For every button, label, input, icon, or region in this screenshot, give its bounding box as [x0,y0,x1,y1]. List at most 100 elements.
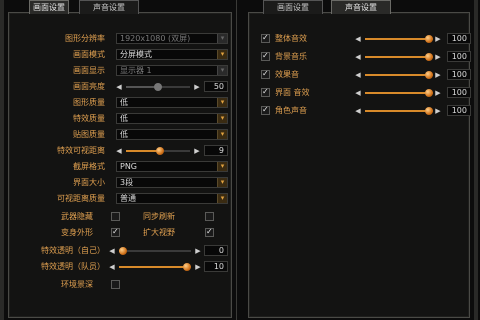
effects-quality-select[interactable]: 低 ▾ [116,113,228,124]
chevron-down-icon[interactable]: ▾ [217,98,227,107]
tab-graphics-settings[interactable]: 画面设置 [29,0,69,14]
sync-refresh-checkbox[interactable] [205,212,214,221]
master-sound-fill [365,38,433,40]
speaker-low-icon[interactable]: ◀ [355,52,361,62]
transform-checkbox[interactable] [111,227,120,237]
voice-value[interactable]: 100 [447,105,471,116]
speaker-high-icon[interactable]: ▶ [435,34,441,44]
slider-increase-icon[interactable]: ▶ [194,82,200,92]
effect-opacity-party-value[interactable]: 10 [204,261,228,272]
view-distance-quality-select[interactable]: 普通 ▾ [116,193,228,204]
chevron-down-icon[interactable]: ▾ [217,34,227,43]
slider-knob[interactable] [425,35,433,43]
effect-opacity-party-slider[interactable]: ◀ ▶ [109,261,201,273]
ui-sound-checkbox[interactable] [261,87,270,97]
slider-decrease-icon[interactable]: ◀ [109,246,115,256]
view-distance-quality-value: 普通 [120,194,136,203]
resolution-select[interactable]: 1920x1080 (双屏) ▾ [116,33,228,44]
slider-decrease-icon[interactable]: ◀ [109,262,115,272]
bgm-fill [365,56,433,58]
env-depth-checkbox[interactable] [111,280,120,289]
slider-increase-icon[interactable]: ▶ [195,262,201,272]
slider-knob[interactable] [156,147,164,155]
tab-sound-settings[interactable]: 声音设置 [331,0,391,14]
ui-size-label: 界面大小 [73,178,105,187]
graphics-settings-panel: 画面设置 声音设置 图形分辨率 1920x1080 (双屏) ▾ 画面模式 分屏… [8,0,232,318]
chevron-down-icon[interactable]: ▾ [217,66,227,75]
slider-increase-icon[interactable]: ▶ [194,146,200,156]
sound-row-voice: 角色声音 ◀ ▶ 100 [261,105,471,117]
texture-quality-select[interactable]: 低 ▾ [116,129,228,140]
slider-decrease-icon[interactable]: ◀ [116,146,122,156]
speaker-high-icon[interactable]: ▶ [435,106,441,116]
texture-quality-label: 贴图质量 [73,130,105,139]
ui-sound-value[interactable]: 100 [447,87,471,98]
tab-sound-settings[interactable]: 声音设置 [79,0,139,14]
effects-sound-value[interactable]: 100 [447,69,471,80]
slider-increase-icon[interactable]: ▶ [195,246,201,256]
effects-sound-checkbox[interactable] [261,69,270,79]
slider-knob[interactable] [425,89,433,97]
chevron-down-icon[interactable]: ▾ [217,194,227,203]
slider-knob[interactable] [425,53,433,61]
bgm-slider[interactable]: ◀ ▶ [355,51,443,63]
master-sound-checkbox[interactable] [261,33,270,43]
wide-view-checkbox[interactable] [205,227,214,237]
chevron-down-icon[interactable]: ▾ [217,178,227,187]
slider-knob[interactable] [183,263,191,271]
chevron-down-icon[interactable]: ▾ [217,130,227,139]
brightness-track [126,83,190,91]
speaker-low-icon[interactable]: ◀ [355,34,361,44]
chevron-down-icon[interactable]: ▾ [217,50,227,59]
ui-size-select[interactable]: 3段 ▾ [116,177,228,188]
speaker-high-icon[interactable]: ▶ [435,70,441,80]
voice-checkbox[interactable] [261,105,270,115]
brightness-slider[interactable]: ◀ ▶ [116,81,200,93]
effect-opacity-self-slider[interactable]: ◀ ▶ [109,245,201,257]
ui-sound-fill [365,92,433,94]
display-mode-select[interactable]: 分屏模式 ▾ [116,49,228,60]
brightness-value[interactable]: 50 [204,81,228,92]
graphics-quality-select[interactable]: 低 ▾ [116,97,228,108]
slider-knob[interactable] [425,71,433,79]
tab-graphics-settings[interactable]: 画面设置 [263,0,323,14]
bgm-track [365,53,433,61]
display-select[interactable]: 显示器 1 ▾ [116,65,228,76]
bgm-checkbox[interactable] [261,51,270,61]
bgm-label: 背景音乐 [275,52,307,61]
effect-distance-slider[interactable]: ◀ ▶ [116,145,200,157]
master-sound-value[interactable]: 100 [447,33,471,44]
effects-sound-slider[interactable]: ◀ ▶ [355,69,443,81]
speaker-high-icon[interactable]: ▶ [435,52,441,62]
effects-sound-label: 效果音 [275,70,299,79]
screenshot-format-select[interactable]: PNG ▾ [116,161,228,172]
slider-knob[interactable] [154,83,162,91]
speaker-high-icon[interactable]: ▶ [435,88,441,98]
chevron-down-icon[interactable]: ▾ [217,114,227,123]
effects-sound-fill [365,74,433,76]
chevron-down-icon[interactable]: ▾ [217,162,227,171]
ui-sound-slider[interactable]: ◀ ▶ [355,87,443,99]
effect-opacity-self-track [119,247,191,255]
weapon-hide-checkbox[interactable] [111,212,120,221]
slider-knob[interactable] [119,247,127,255]
transform-label: 变身外形 [61,228,93,237]
effect-opacity-party-track [119,263,191,271]
master-sound-track [365,35,433,43]
screenshot-format-value: PNG [120,162,138,171]
bgm-value[interactable]: 100 [447,51,471,62]
speaker-low-icon[interactable]: ◀ [355,70,361,80]
speaker-low-icon[interactable]: ◀ [355,106,361,116]
brightness-label: 画面亮度 [73,82,105,91]
effect-opacity-self-value[interactable]: 0 [204,245,228,256]
voice-slider[interactable]: ◀ ▶ [355,105,443,117]
slider-decrease-icon[interactable]: ◀ [116,82,122,92]
voice-label: 角色声音 [275,106,307,115]
effects-quality-value: 低 [120,114,128,123]
effect-distance-value[interactable]: 9 [204,145,228,156]
slider-knob[interactable] [425,107,433,115]
resolution-label: 图形分辨率 [65,34,105,43]
speaker-low-icon[interactable]: ◀ [355,88,361,98]
sound-row-ui: 界面 音效 ◀ ▶ 100 [261,87,471,99]
master-sound-slider[interactable]: ◀ ▶ [355,33,443,45]
